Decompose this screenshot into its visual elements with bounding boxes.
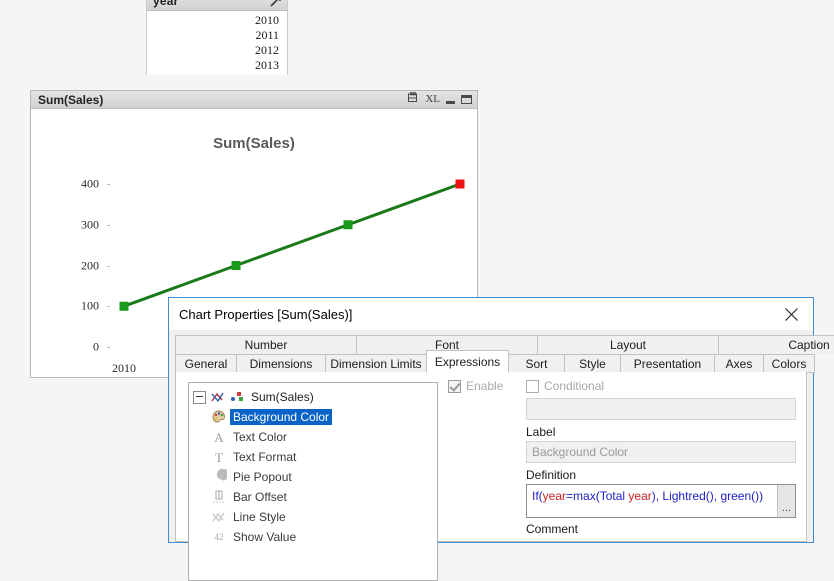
dialog-tab-strip[interactable]: Number Font Layout Caption General Dimension…	[175, 335, 834, 373]
definition-token: year	[542, 489, 567, 503]
list-item[interactable]: 2011	[147, 28, 287, 43]
definition-token: ),	[651, 489, 663, 503]
enable-checkbox-box[interactable]	[448, 380, 461, 393]
series-data-point[interactable]	[119, 301, 129, 311]
bar-offset-icon	[211, 489, 227, 505]
line-chart-icon	[210, 389, 226, 405]
tree-collapse-toggle[interactable]	[193, 390, 206, 404]
tree-item-pie-popout[interactable]: Pie Popout	[189, 467, 437, 487]
text-color-icon: A	[211, 429, 227, 445]
definition-token: year	[628, 489, 652, 503]
tree-item-label: Bar Offset	[233, 490, 287, 504]
pie-popout-icon	[211, 469, 227, 485]
close-icon[interactable]	[769, 299, 813, 330]
tree-item-show-value[interactable]: 42 Show Value	[189, 527, 437, 547]
year-listbox[interactable]: year 2010 2011 2012 2013	[146, 0, 288, 75]
series-data-point[interactable]	[343, 220, 353, 230]
tab-axes[interactable]: Axes	[714, 354, 764, 373]
dialog-body: Number Font Layout Caption General Dimension…	[169, 330, 834, 581]
tree-item-text-format[interactable]: T Text Format	[189, 447, 437, 467]
expression-fields: Label Background Color Definition If(yea…	[526, 380, 796, 536]
label-field-caption: Label	[526, 425, 556, 439]
export-excel-icon[interactable]: XL	[425, 94, 440, 105]
tab-row-bottom: General Dimensions Dimension Limits Express…	[175, 350, 815, 373]
definition-input[interactable]: If(year=max(Total year), Lightred(), gre…	[527, 485, 777, 517]
listbox-caption: year	[147, 0, 287, 11]
tree-root-sum-sales[interactable]: Sum(Sales)	[189, 387, 437, 407]
series-data-point[interactable]	[455, 179, 465, 189]
tab-presentation[interactable]: Presentation	[620, 354, 715, 373]
definition-browse-button[interactable]: ...	[777, 485, 795, 517]
tab-layout[interactable]: Layout	[537, 335, 719, 354]
dialog-titlebar[interactable]: Chart Properties [Sum(Sales)]	[169, 298, 813, 330]
series-line	[123, 182, 461, 308]
tree-item-label: Background Color	[230, 409, 333, 425]
expression-tree[interactable]: Sum(Sales) Background Color A Text Color T Te…	[188, 382, 438, 581]
definition-token: Total	[599, 489, 629, 503]
tree-item-background-color[interactable]: Background Color	[189, 407, 437, 427]
tab-sort[interactable]: Sort	[508, 354, 565, 373]
tree-root-label: Sum(Sales)	[251, 390, 314, 404]
list-item[interactable]: 2010	[147, 13, 287, 28]
definition-token: max(	[573, 489, 600, 503]
tree-item-text-color[interactable]: A Text Color	[189, 427, 437, 447]
tree-item-bar-offset[interactable]: Bar Offset	[189, 487, 437, 507]
tab-caption[interactable]: Caption	[718, 335, 834, 354]
svg-text:42: 42	[215, 532, 224, 542]
definition-field[interactable]: If(year=max(Total year), Lightred(), gre…	[526, 484, 796, 518]
chart-caption-icons: XL	[407, 92, 472, 107]
tree-item-label: Show Value	[233, 530, 297, 544]
print-copy-icon[interactable]	[407, 92, 419, 107]
tree-item-line-style[interactable]: Line Style	[189, 507, 437, 527]
definition-token: =	[566, 489, 574, 503]
comment-field-caption: Comment	[526, 522, 579, 536]
listbox-values[interactable]: 2010 2011 2012 2013	[147, 11, 287, 75]
listbox-title: year	[153, 0, 179, 8]
series-data-point[interactable]	[231, 261, 241, 270]
tab-dimension-limits[interactable]: Dimension Limits	[325, 354, 427, 373]
maximize-icon[interactable]	[461, 95, 472, 104]
dialog-title: Chart Properties [Sum(Sales)]	[179, 306, 353, 322]
tree-item-label: Pie Popout	[233, 470, 292, 484]
enable-checkbox[interactable]: Enable	[448, 380, 526, 393]
definition-token: Lightred(),	[662, 489, 721, 503]
tree-item-label: Text Color	[233, 430, 288, 444]
tab-colors[interactable]: Colors	[763, 354, 815, 373]
chart-properties-dialog[interactable]: Chart Properties [Sum(Sales)] Number Font…	[168, 297, 834, 581]
tree-item-label: Text Format	[233, 450, 297, 464]
text-format-icon: T	[211, 449, 227, 465]
definition-field-caption: Definition	[526, 468, 577, 482]
minimize-icon[interactable]	[446, 100, 455, 104]
show-value-icon: 42	[211, 529, 227, 545]
chart-caption-bar: Sum(Sales) XL	[31, 91, 477, 109]
scatter-chart-icon	[229, 389, 245, 405]
tab-style[interactable]: Style	[564, 354, 621, 373]
tab-general[interactable]: General	[175, 354, 237, 373]
expressions-tab-panel: Sum(Sales) Background Color A Text Color T Te…	[175, 372, 807, 581]
tab-number[interactable]: Number	[175, 335, 357, 354]
tab-expressions[interactable]: Expressions	[426, 350, 509, 373]
search-arrow-icon[interactable]	[269, 0, 283, 8]
svg-text:T: T	[215, 450, 223, 465]
definition-token: green())	[720, 489, 764, 503]
svg-text:A: A	[214, 430, 224, 445]
list-item[interactable]: 2012	[147, 43, 287, 58]
line-style-icon	[211, 509, 227, 525]
list-item[interactable]: 2013	[147, 58, 287, 73]
enable-checkbox-label: Enable	[466, 379, 504, 393]
tree-item-label: Line Style	[233, 510, 286, 524]
tab-dimensions[interactable]: Dimensions	[236, 354, 326, 373]
label-input[interactable]: Background Color	[526, 441, 796, 463]
expression-form: Enable Conditional Label Background Colo…	[448, 380, 796, 541]
chart-caption-title: Sum(Sales)	[38, 92, 104, 107]
conditional-input[interactable]	[526, 398, 796, 420]
definition-token: If(	[532, 489, 543, 503]
palette-icon	[211, 409, 227, 425]
